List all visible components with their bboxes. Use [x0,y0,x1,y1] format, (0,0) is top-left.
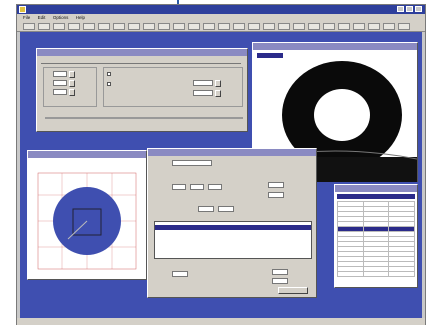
drop-image-titlebar [253,43,417,50]
settings-field-2[interactable] [53,80,67,86]
toolbar-icon[interactable] [173,23,185,30]
option-spin-1[interactable] [215,80,221,87]
settings-field-1[interactable] [53,71,67,77]
results-table [154,221,312,259]
measurement-field-e[interactable] [268,192,284,198]
toolbar-icon[interactable] [23,23,35,30]
toolbar-icon[interactable] [398,23,410,30]
measurement-field-j[interactable] [272,278,288,284]
option-spin-2[interactable] [215,90,221,97]
option-field-2[interactable] [193,90,213,96]
maximize-icon[interactable] [406,6,413,12]
minimize-icon[interactable] [397,6,404,12]
toolbar-icon[interactable] [83,23,95,30]
menu-options[interactable]: Options [53,14,69,21]
close-icon[interactable] [415,6,422,12]
toolbar-icon[interactable] [278,23,290,30]
measurement-field-h[interactable] [172,271,188,277]
table-cell [388,271,415,277]
measurement-field-g[interactable] [218,206,234,212]
toolbar-icon[interactable] [158,23,170,30]
toolbar-icon[interactable] [263,23,275,30]
measurement-field-b[interactable] [190,184,204,190]
settings-field-3[interactable] [53,89,67,95]
measurement-button[interactable] [278,287,308,294]
menu-bar: File Edit Options Help [17,14,425,21]
table-row[interactable] [337,271,415,277]
option-field-1[interactable] [193,80,213,86]
menu-file[interactable]: File [23,14,30,21]
settings-dialog [36,48,248,132]
toolbar-icon[interactable] [353,23,365,30]
settings-spin-2[interactable] [69,80,75,87]
measurement-dialog [147,148,317,298]
target-window [27,150,147,280]
measurement-field-c[interactable] [208,184,222,190]
toolbar [17,21,425,32]
toolbar-icon[interactable] [218,23,230,30]
app-icon [19,6,26,13]
data-window-header [337,194,415,199]
toolbar-icon[interactable] [233,23,245,30]
results-selected-row[interactable] [155,225,311,230]
toolbar-icon[interactable] [248,23,260,30]
option-checkbox-1[interactable] [107,72,111,76]
table-cell [337,271,364,277]
measurement-field-i[interactable] [272,269,288,275]
measurement-name-field[interactable] [172,160,212,166]
toolbar-icon[interactable] [323,23,335,30]
measurement-field-f[interactable] [198,206,214,212]
settings-spin-1[interactable] [69,71,75,78]
settings-spin-3[interactable] [69,89,75,96]
toolbar-icon[interactable] [113,23,125,30]
toolbar-icon[interactable] [98,23,110,30]
options-group [103,67,243,107]
toolbar-icon[interactable] [383,23,395,30]
toolbar-icon[interactable] [143,23,155,30]
toolbar-icon[interactable] [368,23,380,30]
option-checkbox-2[interactable] [107,82,111,86]
toolbar-icon[interactable] [68,23,80,30]
measurement-field-a[interactable] [172,184,186,190]
toolbar-icon[interactable] [188,23,200,30]
table-cell [362,271,390,277]
menu-edit[interactable]: Edit [38,14,46,21]
menu-help[interactable]: Help [76,14,85,21]
measurement-field-d[interactable] [268,182,284,188]
target-window-titlebar [28,151,146,158]
settings-tabs [41,59,241,64]
toolbar-icon[interactable] [338,23,350,30]
data-window [334,184,418,288]
settings-dialog-titlebar [37,49,247,56]
status-bar [17,318,425,325]
toolbar-icon[interactable] [203,23,215,30]
toolbar-icon[interactable] [53,23,65,30]
toolbar-icon[interactable] [38,23,50,30]
title-bar [17,5,425,14]
toolbar-icon[interactable] [308,23,320,30]
measurement-titlebar [148,149,316,156]
data-grid [337,201,415,277]
toolbar-icon[interactable] [293,23,305,30]
toolbar-icon[interactable] [128,23,140,30]
data-window-titlebar [335,185,417,192]
target-view [37,172,137,270]
settings-slider[interactable] [45,117,243,119]
